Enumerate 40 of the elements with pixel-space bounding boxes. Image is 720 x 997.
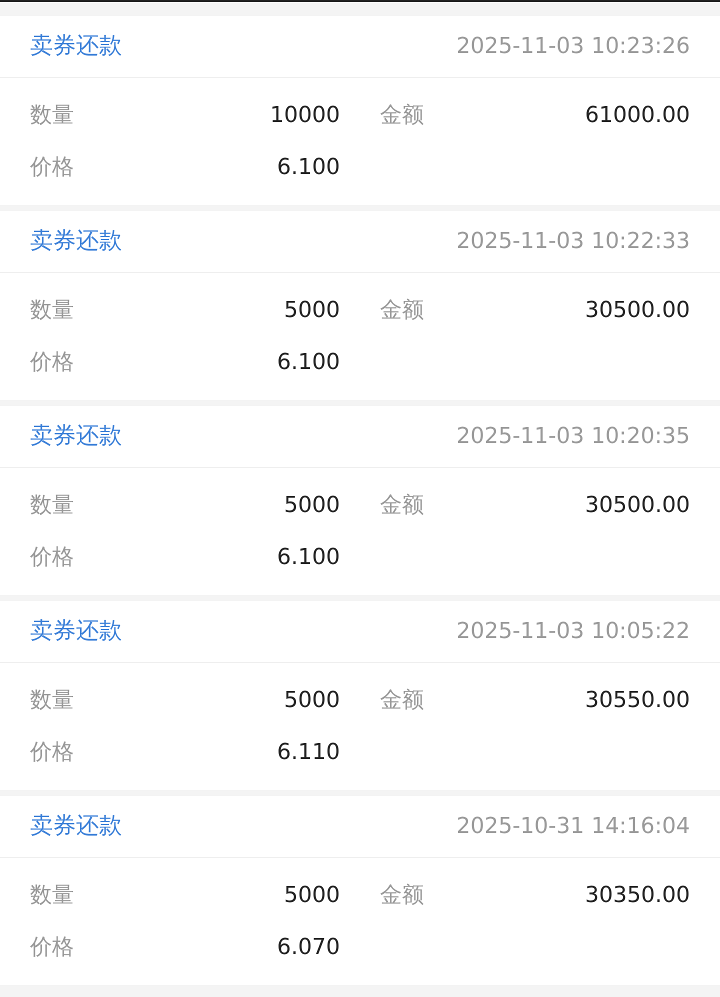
- amount-label: 金额: [380, 102, 424, 130]
- price-label: 价格: [30, 154, 74, 182]
- record-time: 2025-11-03 10:20:35: [456, 423, 690, 451]
- amount-value: 30500.00: [585, 296, 690, 324]
- record-type: 卖券还款: [30, 617, 122, 646]
- quantity-value: 5000: [284, 686, 340, 714]
- amount-value: 61000.00: [585, 102, 690, 130]
- quantity-label: 数量: [30, 882, 74, 910]
- quantity-label: 数量: [30, 102, 74, 130]
- price-label: 价格: [30, 738, 74, 766]
- record-type: 卖券还款: [30, 227, 122, 256]
- amount-label: 金额: [380, 492, 424, 520]
- record-type: 卖券还款: [30, 422, 122, 452]
- amount-label: 金额: [380, 686, 424, 714]
- quantity-value: 10000: [270, 102, 340, 130]
- price-value: 6.110: [277, 738, 340, 766]
- amount-value: 30550.00: [585, 686, 690, 714]
- price-value: 6.070: [277, 934, 340, 962]
- amount-value: 30350.00: [585, 882, 690, 910]
- amount-label: 金额: [380, 882, 424, 910]
- price-label: 价格: [30, 348, 74, 376]
- price-value: 6.100: [277, 544, 340, 572]
- quantity-value: 5000: [284, 492, 340, 520]
- record-time: 2025-11-03 10:22:33: [456, 228, 690, 256]
- quantity-value: 5000: [284, 296, 340, 324]
- price-value: 6.100: [277, 348, 340, 376]
- record-type: 卖券还款: [30, 812, 122, 842]
- record-time: 2025-11-03 10:23:26: [456, 33, 690, 61]
- price-label: 价格: [30, 934, 74, 962]
- quantity-label: 数量: [30, 492, 74, 520]
- price-label: 价格: [30, 544, 74, 572]
- amount-label: 金额: [380, 296, 424, 324]
- quantity-label: 数量: [30, 296, 74, 324]
- record-time: 2025-11-03 10:05:22: [456, 618, 690, 646]
- quantity-label: 数量: [30, 686, 74, 714]
- quantity-value: 5000: [284, 882, 340, 910]
- price-value: 6.100: [277, 154, 340, 182]
- record-type: 卖券还款: [30, 32, 122, 62]
- record-time: 2025-10-31 14:16:04: [456, 813, 690, 841]
- amount-value: 30500.00: [585, 492, 690, 520]
